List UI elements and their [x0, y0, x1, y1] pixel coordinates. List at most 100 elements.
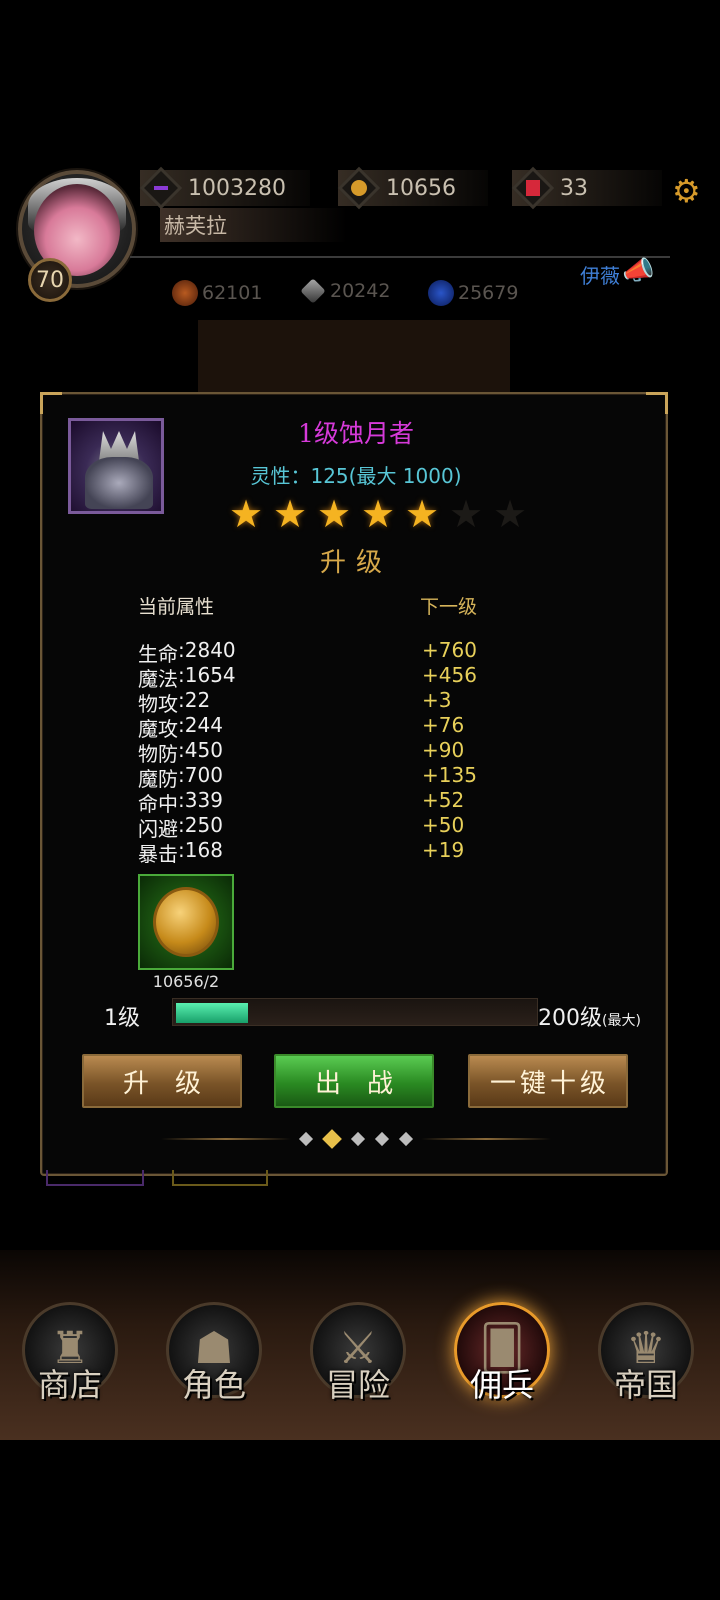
stat-row: 魔法: 1654: [138, 663, 236, 691]
stat-separator: :: [178, 763, 185, 787]
stat-increment: +52: [422, 788, 465, 812]
stat-separator: :: [178, 838, 185, 862]
ten-levels-button[interactable]: 一键十级: [468, 1054, 628, 1108]
mercenary-upgrade-dialog: 1级蚀月者 灵性：125(最大 1000) ★ ★ ★ ★ ★ ★ ★ 升级 当前属性 下一…: [40, 392, 668, 1176]
crystal-value: 1003280: [188, 175, 286, 201]
settings-gear-icon[interactable]: ⚙: [672, 172, 701, 210]
gem-resource[interactable]: 33: [511, 166, 662, 210]
stat-row: 生命: 2840: [138, 638, 236, 666]
player-name: 赫芙拉: [160, 208, 347, 242]
level-min-label: 1级: [104, 1006, 140, 1031]
hidden-tab-gold: [172, 1170, 268, 1186]
current-stats-list: 生命: 2840 魔法: 1654 物攻: 22 魔攻: 244 物防: 450 魔防: …: [138, 638, 236, 866]
stat-row: 暴击: 168: [138, 838, 236, 866]
gold-resource[interactable]: 10656: [337, 166, 488, 210]
level-progress-fill: [176, 1003, 248, 1023]
stat-increment: +90: [422, 738, 465, 762]
next-level-header: 下一级: [420, 596, 478, 618]
upgrade-button[interactable]: 升级: [82, 1054, 242, 1108]
hidden-tab-purple: [46, 1170, 144, 1186]
stat-separator: :: [178, 713, 185, 737]
nav-empire[interactable]: ♛ 帝国: [592, 1302, 694, 1412]
announcement-horn-icon[interactable]: 📣: [622, 256, 654, 286]
stat-separator: :: [178, 638, 185, 662]
stat-value: 1654: [184, 663, 236, 687]
star-icon: ★: [404, 492, 440, 536]
deploy-button[interactable]: 出战: [274, 1054, 434, 1108]
upgrade-cost-count: 10656/2: [152, 972, 220, 991]
nav-mercenary[interactable]: 🂠 佣兵: [448, 1302, 550, 1412]
stat-label: 魔攻: [138, 717, 178, 741]
star-rating: ★ ★ ★ ★ ★ ★ ★: [228, 492, 528, 536]
fire-orb-icon: [172, 280, 198, 306]
page-dot[interactable]: [298, 1131, 314, 1147]
stat-row: 魔攻: 244: [138, 713, 236, 741]
stat-increment: +135: [422, 763, 477, 787]
star-icon: ★: [316, 492, 352, 536]
purple-crystal-icon: [139, 166, 183, 210]
stat-row: 物防: 450: [138, 738, 236, 766]
crystal-resource[interactable]: 1003280: [139, 166, 310, 210]
nav-shop[interactable]: ♜ 商店: [16, 1302, 118, 1412]
upgrade-cost-item[interactable]: [138, 874, 234, 970]
stat-separator: :: [178, 788, 185, 812]
stat-value: 339: [184, 788, 223, 812]
stat-increment: +3: [422, 688, 452, 712]
nav-label-character: 角色: [181, 1366, 246, 1404]
gem-value: 33: [560, 175, 588, 201]
stat-value: 250: [184, 813, 223, 837]
stat-label: 命中: [138, 792, 178, 816]
star-icon: ★: [448, 492, 484, 536]
stat-increment: +760: [422, 638, 477, 662]
stat-row: 命中: 339: [138, 788, 236, 816]
pager-line: [161, 1138, 291, 1140]
bottom-navigation: ♜ 商店 ☗ 角色 ⚔ 冒险 🂠 佣兵 ♛ 帝国: [0, 1250, 720, 1440]
stat-increment: +76: [422, 713, 465, 737]
mini-stat-fire: 62101: [172, 280, 262, 306]
page-dot[interactable]: [398, 1131, 414, 1147]
stat-label: 物攻: [138, 692, 178, 716]
stat-label: 物防: [138, 742, 178, 766]
stat-separator: :: [178, 813, 185, 837]
stat-label: 生命: [138, 642, 178, 666]
stat-increment: +50: [422, 813, 465, 837]
stat-label: 暴击: [138, 842, 178, 866]
chat-speaker-name[interactable]: 伊薇: [580, 260, 620, 289]
gold-value: 10656: [386, 175, 456, 201]
stat-separator: :: [178, 663, 185, 687]
stat-row: 魔防: 700: [138, 763, 236, 791]
stat-value: 22: [184, 688, 211, 712]
nav-adventure[interactable]: ⚔ 冒险: [304, 1302, 406, 1412]
page-dot[interactable]: [374, 1131, 390, 1147]
mini-stat-sword: 20242: [300, 278, 390, 304]
stat-value: 2840: [184, 638, 236, 662]
red-gem-icon: [511, 166, 555, 210]
stat-value: 244: [184, 713, 223, 737]
background-panel: [198, 320, 510, 400]
page-dot[interactable]: [350, 1131, 366, 1147]
blue-orb-icon: [428, 280, 454, 306]
top-hud: 70 1003280 10656 33 ⚙ 赫芙拉 62101 20242 25…: [0, 150, 720, 310]
upgrade-heading: 升级: [319, 548, 392, 578]
stat-value: 700: [184, 763, 223, 787]
nav-character[interactable]: ☗ 角色: [160, 1302, 262, 1412]
nav-label-shop: 商店: [37, 1366, 102, 1404]
nav-label-adventure: 冒险: [325, 1366, 390, 1404]
gold-coin-icon: [337, 166, 381, 210]
stat-label: 魔防: [138, 767, 178, 791]
hud-divider: [130, 256, 670, 258]
page-indicator: [42, 1129, 670, 1149]
nav-label-mercenary: 佣兵: [469, 1366, 534, 1404]
stat-separator: :: [178, 738, 185, 762]
star-icon: ★: [228, 492, 264, 536]
level-progress-bar: [172, 998, 538, 1026]
corner-ornament: [646, 392, 668, 414]
mercenary-title: 1级蚀月者: [298, 419, 414, 448]
current-stats-header: 当前属性: [138, 596, 215, 618]
corner-ornament: [40, 392, 62, 414]
page-dot[interactable]: [322, 1129, 342, 1149]
pager-line: [421, 1138, 551, 1140]
gold-coin-icon: [153, 887, 219, 957]
stat-increment: +19: [422, 838, 465, 862]
nav-label-empire: 帝国: [613, 1366, 678, 1404]
